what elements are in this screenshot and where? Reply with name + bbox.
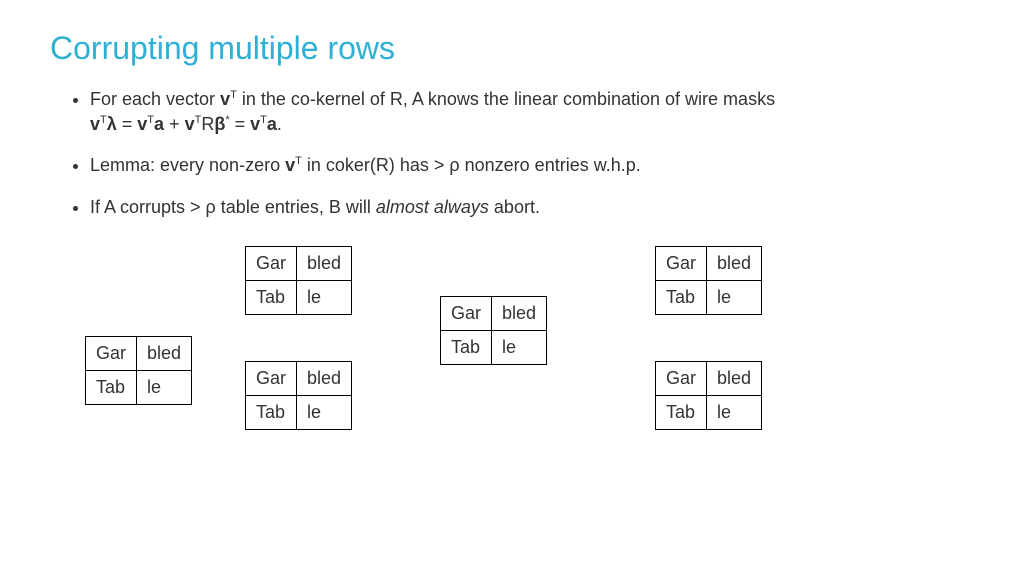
table-cell: Gar bbox=[86, 336, 137, 370]
bullet-1: For each vector vT in the co-kernel of R… bbox=[90, 87, 974, 137]
text: almost always bbox=[376, 197, 489, 217]
text: v bbox=[185, 114, 195, 134]
tables-container: GarbledTableGarbledTableGarbledTableGarb… bbox=[50, 236, 974, 516]
text: = bbox=[117, 114, 138, 134]
bullet-2: Lemma: every non-zero vT in coker(R) has… bbox=[90, 153, 974, 178]
garbled-table: GarbledTable bbox=[85, 336, 192, 405]
table-cell: bled bbox=[492, 296, 547, 330]
table-cell: le bbox=[137, 370, 192, 404]
garbled-table: GarbledTable bbox=[440, 296, 547, 365]
text: in the co-kernel of R, A knows the linea… bbox=[237, 89, 775, 109]
garbled-table: GarbledTable bbox=[655, 246, 762, 315]
table-cell: Gar bbox=[246, 246, 297, 280]
text: R bbox=[201, 114, 214, 134]
text: in coker(R) has > ρ nonzero entries w.h.… bbox=[302, 155, 641, 175]
text: v bbox=[220, 89, 230, 109]
text: a bbox=[267, 114, 277, 134]
table-cell: Gar bbox=[441, 296, 492, 330]
table-cell: bled bbox=[707, 246, 762, 280]
garbled-table: GarbledTable bbox=[655, 361, 762, 430]
table-cell: bled bbox=[137, 336, 192, 370]
text: a bbox=[154, 114, 164, 134]
text: β bbox=[214, 114, 225, 134]
table-cell: Gar bbox=[246, 361, 297, 395]
table-cell: Gar bbox=[656, 246, 707, 280]
text: T bbox=[295, 155, 302, 167]
table-cell: le bbox=[707, 395, 762, 429]
table-cell: Tab bbox=[441, 330, 492, 364]
text: v bbox=[137, 114, 147, 134]
text: For each vector bbox=[90, 89, 220, 109]
text: . bbox=[277, 114, 282, 134]
garbled-table: GarbledTable bbox=[245, 246, 352, 315]
text: v bbox=[90, 114, 100, 134]
text: T bbox=[230, 89, 237, 101]
text: If A corrupts > ρ table entries, B will bbox=[90, 197, 376, 217]
table-cell: Tab bbox=[246, 395, 297, 429]
slide-title: Corrupting multiple rows bbox=[50, 30, 974, 67]
table-cell: bled bbox=[707, 361, 762, 395]
text: T bbox=[100, 114, 107, 126]
bullet-3: If A corrupts > ρ table entries, B will … bbox=[90, 195, 974, 220]
garbled-table: GarbledTable bbox=[245, 361, 352, 430]
table-cell: Tab bbox=[246, 280, 297, 314]
text: T bbox=[260, 114, 267, 126]
table-cell: Gar bbox=[656, 361, 707, 395]
bullet-list: For each vector vT in the co-kernel of R… bbox=[50, 87, 974, 220]
table-cell: bled bbox=[297, 246, 352, 280]
text: = bbox=[230, 114, 251, 134]
text: v bbox=[285, 155, 295, 175]
table-cell: le bbox=[297, 395, 352, 429]
text: + bbox=[164, 114, 185, 134]
table-cell: le bbox=[297, 280, 352, 314]
table-cell: Tab bbox=[86, 370, 137, 404]
table-cell: le bbox=[492, 330, 547, 364]
text: Lemma: every non-zero bbox=[90, 155, 285, 175]
table-cell: Tab bbox=[656, 395, 707, 429]
table-cell: bled bbox=[297, 361, 352, 395]
table-cell: Tab bbox=[656, 280, 707, 314]
table-cell: le bbox=[707, 280, 762, 314]
text: abort. bbox=[489, 197, 540, 217]
text: λ bbox=[107, 114, 117, 134]
text: v bbox=[250, 114, 260, 134]
